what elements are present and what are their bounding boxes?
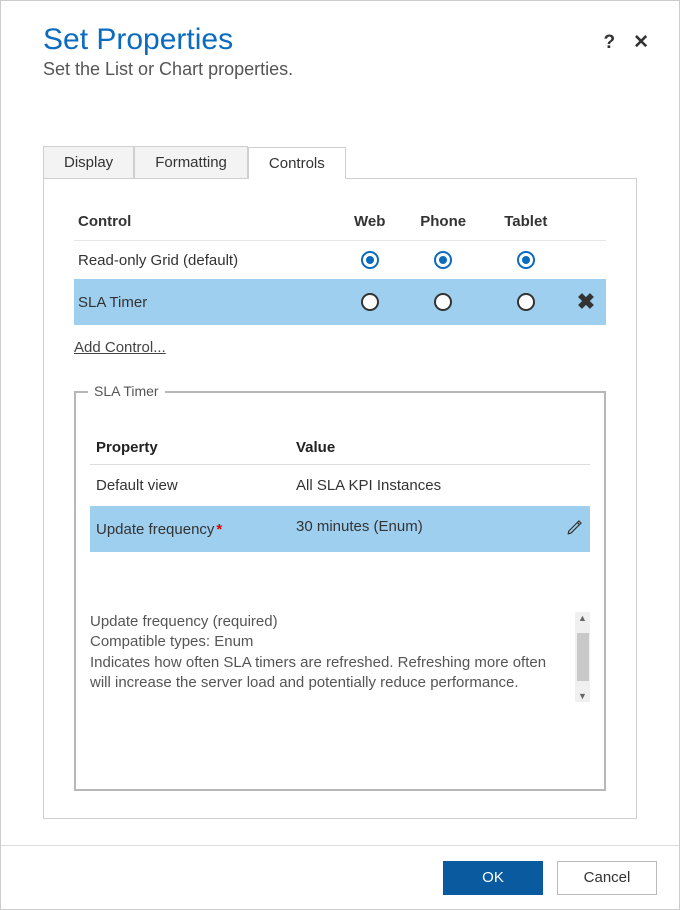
col-property: Property	[90, 431, 290, 465]
set-properties-dialog: Set Properties Set the List or Chart pro…	[0, 0, 680, 910]
property-name: Default view	[90, 465, 290, 507]
delete-control-icon[interactable]: ✖	[577, 289, 595, 314]
tab-display[interactable]: Display	[43, 146, 134, 178]
radio-phone-row1[interactable]	[434, 293, 452, 311]
property-description: Update frequency (required) Compatible t…	[90, 612, 590, 702]
property-value: All SLA KPI Instances	[290, 465, 590, 507]
dialog-header: Set Properties Set the List or Chart pro…	[1, 1, 679, 86]
desc-line1: Update frequency (required)	[90, 612, 565, 632]
desc-line2: Compatible types: Enum	[90, 632, 565, 652]
property-group: SLA Timer Property Value Default view Al…	[74, 391, 606, 791]
col-web: Web	[339, 207, 401, 241]
properties-table: Property Value Default view All SLA KPI …	[90, 431, 590, 552]
scroll-thumb[interactable]	[577, 633, 589, 681]
control-name: Read-only Grid (default)	[74, 241, 339, 280]
radio-phone-row0[interactable]	[434, 251, 452, 269]
control-name: SLA Timer	[74, 279, 339, 325]
tab-controls[interactable]: Controls	[248, 147, 346, 179]
tab-panel-controls: Control Web Phone Tablet Read-only Grid …	[43, 179, 637, 819]
property-row-default-view[interactable]: Default view All SLA KPI Instances	[90, 465, 590, 507]
col-control: Control	[74, 207, 339, 241]
property-row-update-frequency[interactable]: Update frequency* 30 minutes (Enum)	[90, 506, 590, 552]
property-group-legend: SLA Timer	[88, 383, 165, 399]
controls-row-read-only-grid: Read-only Grid (default)	[74, 241, 606, 280]
description-scrollbar[interactable]: ▲ ▼	[575, 612, 590, 702]
controls-row-sla-timer[interactable]: SLA Timer ✖	[74, 279, 606, 325]
ok-button[interactable]: OK	[443, 861, 543, 895]
dialog-subtitle: Set the List or Chart properties.	[43, 59, 637, 80]
radio-web-row1[interactable]	[361, 293, 379, 311]
dialog-title: Set Properties	[43, 23, 637, 57]
property-name: Update frequency*	[90, 506, 290, 552]
add-control-link[interactable]: Add Control...	[74, 339, 166, 356]
scroll-down-icon[interactable]: ▼	[578, 690, 587, 702]
radio-tablet-row1[interactable]	[517, 293, 535, 311]
cancel-button[interactable]: Cancel	[557, 861, 657, 895]
col-value: Value	[290, 431, 590, 465]
radio-web-row0[interactable]	[361, 251, 379, 269]
tab-formatting[interactable]: Formatting	[134, 146, 248, 178]
desc-line3: Indicates how often SLA timers are refre…	[90, 653, 565, 694]
tab-strip: Display Formatting Controls	[43, 146, 637, 179]
required-star-icon: *	[216, 521, 222, 538]
scroll-up-icon[interactable]: ▲	[578, 612, 587, 624]
col-tablet: Tablet	[486, 207, 566, 241]
radio-tablet-row0[interactable]	[517, 251, 535, 269]
help-icon[interactable]: ?	[603, 32, 615, 54]
col-phone: Phone	[401, 207, 486, 241]
dialog-footer: OK Cancel	[1, 845, 679, 909]
controls-table: Control Web Phone Tablet Read-only Grid …	[74, 207, 606, 325]
property-value: 30 minutes (Enum)	[290, 506, 590, 552]
edit-pencil-icon[interactable]	[566, 518, 584, 540]
close-icon[interactable]: ✕	[633, 31, 649, 54]
